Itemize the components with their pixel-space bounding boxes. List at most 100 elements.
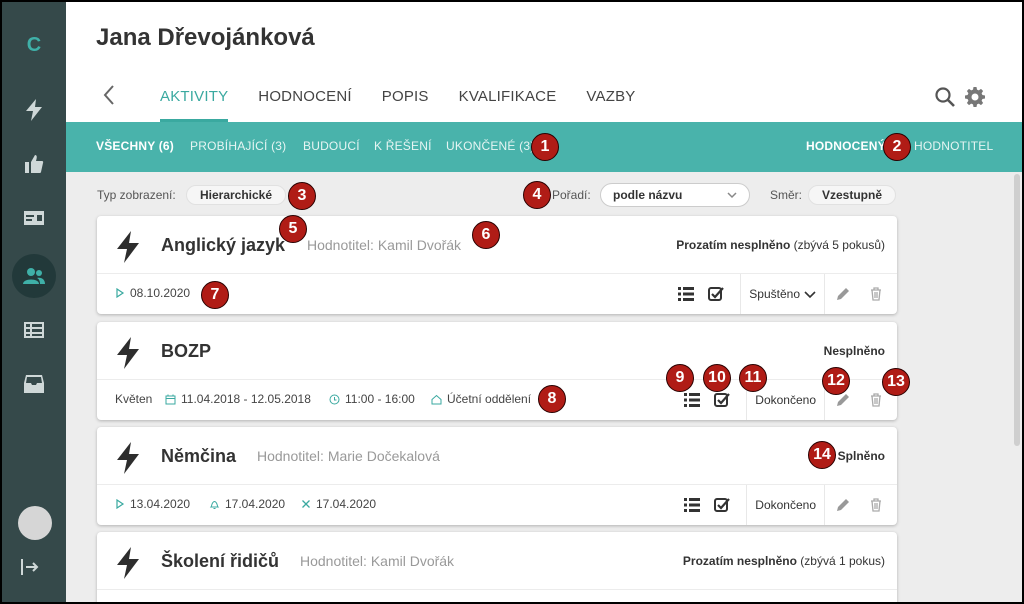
users-icon [23,268,45,284]
time-range: 11:00 - 16:00 [329,392,415,406]
home-icon [431,394,442,404]
annotation-badge: 8 [538,385,566,413]
status-note: (zbývá 1 pokus) [796,554,885,568]
subtab-evaluated[interactable]: HODNOCENÝ [806,139,886,153]
state-dropdown[interactable]: Dokončeno [746,485,825,525]
time-range-text: 11:00 - 16:00 [345,392,415,406]
activity-card[interactable]: Němčina Hodnotitel: Marie Dočekalová Spl… [97,427,897,525]
status-main: Nesplněno [823,344,885,358]
tab-qualifications[interactable]: KVALIFIKACE [459,88,557,122]
trash-icon[interactable] [861,393,891,407]
id-card-icon [24,211,44,225]
activity-status: Nesplněno [824,344,885,358]
edit-icon[interactable] [825,393,861,407]
app-frame: C Jana Dřevojánková AKTIVITY HODNOCENÍ P… [2,2,1022,602]
checklist-icon[interactable] [712,390,732,410]
activity-status: Prozatím nesplněno (zbývá 5 pokusů) [676,238,885,252]
checklist-icon[interactable] [712,495,732,515]
sidebar-item-archive[interactable] [16,366,52,402]
sidebar-item-table[interactable] [16,312,52,348]
subtab-to-resolve[interactable]: K ŘEŠENÍ [374,139,432,153]
tab-relations[interactable]: VAZBY [586,88,635,122]
activity-card[interactable]: BOZP Nesplněno Květen 11.04.2018 - 12.05… [97,322,897,420]
calendar-icon [165,394,176,404]
thumbs-up-icon [25,155,44,173]
back-button[interactable] [102,84,122,108]
subtab-upcoming[interactable]: BUDOUCÍ [303,139,360,153]
trash-icon[interactable] [861,498,891,512]
tab-ratings[interactable]: HODNOCENÍ [258,88,351,122]
annotation-badge: 13 [882,368,910,396]
sidebar-item-cards[interactable] [16,200,52,236]
search-icon[interactable] [934,86,956,113]
state-value: Spuštěno [749,287,800,301]
tab-description[interactable]: POPIS [382,88,429,122]
checklist-icon[interactable] [706,284,726,304]
start-date-text: 13.04.2020 [130,497,191,511]
annotation-badge: 9 [666,364,694,392]
annotation-badge: 14 [808,441,836,469]
bolt-icon [117,442,139,474]
subtab-finished[interactable]: UKONČENÉ (3) [446,139,534,153]
annotation-badge: 7 [201,281,229,309]
activity-status: Splněno [838,449,885,463]
order-select[interactable]: podle názvu [600,183,750,207]
list-icon[interactable] [676,284,696,304]
logout-icon[interactable] [20,558,40,581]
tab-activities[interactable]: AKTIVITY [160,88,229,122]
activity-status: Prozatím nesplněno (zbývá 1 pokus) [683,554,885,568]
chevron-down-icon [804,291,816,299]
order-select-value: podle názvu [613,188,683,202]
subtab-all[interactable]: VŠECHNY (6) [96,139,174,153]
annotation-badge: 1 [531,133,559,161]
date-range-text: 11.04.2018 - 12.05.2018 [181,392,311,406]
avatar[interactable] [18,506,52,540]
end-date-text: 17.04.2020 [316,497,377,511]
reminder-date-text: 17.04.2020 [225,497,286,511]
activity-title[interactable]: BOZP [161,341,211,362]
header: Jana Dřevojánková AKTIVITY HODNOCENÍ POP… [66,2,1022,122]
app-logo[interactable]: C [2,34,66,57]
scrollbar[interactable] [1014,174,1020,446]
annotation-badge: 10 [703,364,731,392]
sidebar-item-activities[interactable] [16,92,52,128]
sidebar-item-people[interactable] [12,254,56,298]
sidebar-item-ratings[interactable] [16,146,52,182]
annotation-badge: 5 [279,215,307,243]
start-date: 13.04.2020 [115,497,190,511]
bell-icon [209,500,220,509]
view-type-label: Typ zobrazení: [97,188,176,202]
start-date: 08.10.2020 [115,286,190,300]
subtab-ongoing[interactable]: PROBÍHAJÍCÍ (3) [190,139,286,153]
bolt-icon [117,337,139,369]
direction-pill[interactable]: Vzestupně [808,185,896,205]
gear-icon[interactable] [964,86,986,113]
table-icon [24,322,44,338]
activity-title[interactable]: Němčina [161,446,236,467]
status-note: (zbývá 5 pokusů) [790,238,885,252]
close-icon [302,500,310,508]
annotation-badge: 12 [822,367,850,395]
annotation-badge: 4 [523,181,551,209]
status-main: Prozatím nesplněno [682,554,797,568]
place: Účetní oddělení [431,392,531,406]
month: Květen [115,392,152,406]
direction-label: Směr: [770,188,803,202]
place-text: Účetní oddělení [447,392,532,406]
date-range: 11.04.2018 - 12.05.2018 [165,392,311,406]
edit-icon[interactable] [825,498,861,512]
reminder-date: 17.04.2020 [209,497,285,511]
order-label: Pořadí: [552,188,591,202]
activity-title[interactable]: Anglický jazyk [161,235,285,256]
chevron-down-icon [727,189,737,203]
activity-card[interactable]: Školení řidičů Hodnotitel: Kamil Dvořák … [97,532,897,602]
state-dropdown[interactable]: Spuštěno [740,274,825,314]
view-type-pill[interactable]: Hierarchické [186,185,286,205]
list-icon[interactable] [682,390,702,410]
edit-icon[interactable] [825,287,861,301]
trash-icon[interactable] [861,287,891,301]
subtab-evaluator[interactable]: HODNOTITEL [914,139,993,153]
list-icon[interactable] [682,495,702,515]
chevron-left-icon [103,85,114,105]
activity-title[interactable]: Školení řidičů [161,551,279,572]
